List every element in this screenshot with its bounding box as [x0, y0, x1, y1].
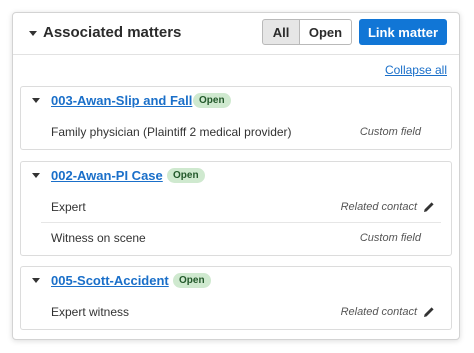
panel-title: Associated matters [43, 24, 182, 41]
row-type: Custom field [359, 126, 421, 138]
caret-down-icon[interactable] [29, 31, 37, 36]
row-label: Expert witness [51, 305, 130, 319]
caret-down-icon[interactable] [32, 98, 40, 103]
filter-all-button[interactable]: All [262, 19, 300, 45]
row-label: Expert [51, 200, 86, 214]
matter-row: Family physician (Plaintiff 2 medical pr… [41, 117, 441, 147]
panel-header: Associated matters All Open Link matter [13, 13, 459, 55]
row-type: Custom field [359, 232, 421, 244]
status-badge: Open [193, 93, 231, 108]
matter-card: 005-Scott-Accident Open Expert witness R… [20, 266, 452, 330]
matter-title-link[interactable]: 003-Awan-Slip and Fall [51, 93, 192, 108]
matter-header: 005-Scott-Accident Open [21, 267, 451, 295]
caret-down-icon[interactable] [32, 173, 40, 178]
row-type: Related contact [340, 201, 417, 213]
matter-title-link[interactable]: 005-Scott-Accident [51, 273, 169, 288]
row-label: Family physician (Plaintiff 2 medical pr… [51, 125, 292, 139]
associated-matters-panel: Associated matters All Open Link matter … [12, 12, 460, 340]
pencil-icon[interactable] [423, 201, 435, 213]
pencil-icon[interactable] [423, 306, 435, 318]
collapse-all-link[interactable]: Collapse all [385, 63, 447, 77]
matter-row: Expert witness Related contact [41, 297, 441, 327]
status-badge: Open [173, 273, 211, 288]
matter-row: Witness on scene Custom field [41, 222, 441, 252]
status-badge: Open [167, 168, 205, 183]
matter-row: Expert Related contact [41, 192, 441, 222]
matter-header: 003-Awan-Slip and Fall Open [21, 87, 451, 115]
row-label: Witness on scene [51, 231, 146, 245]
filter-open-button[interactable]: Open [299, 19, 352, 45]
matter-header: 002-Awan-PI Case Open [21, 162, 451, 190]
caret-down-icon[interactable] [32, 278, 40, 283]
matter-card: 003-Awan-Slip and Fall Open Family physi… [20, 86, 452, 150]
row-type: Related contact [340, 306, 417, 318]
link-matter-button[interactable]: Link matter [359, 19, 447, 45]
matter-card: 002-Awan-PI Case Open Expert Related con… [20, 161, 452, 256]
matter-title-link[interactable]: 002-Awan-PI Case [51, 168, 163, 183]
